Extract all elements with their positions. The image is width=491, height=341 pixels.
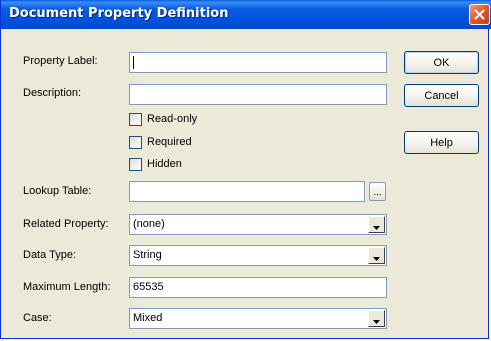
required-checkbox-box[interactable] <box>129 135 142 149</box>
maximum-length-input[interactable]: 65535 <box>129 277 387 298</box>
ok-button[interactable]: OK <box>404 51 479 74</box>
hidden-label: Hidden <box>147 158 182 170</box>
data-type-label: Data Type: <box>23 249 76 261</box>
related-property-label: Related Property: <box>23 218 109 230</box>
read-only-checkbox-box[interactable] <box>129 112 142 126</box>
read-only-label: Read-only <box>147 113 198 125</box>
description-label: Description: <box>23 87 82 99</box>
related-property-dropdown-button[interactable] <box>368 216 385 233</box>
maximum-length-label: Maximum Length: <box>23 281 111 293</box>
case-select[interactable]: Mixed <box>129 308 387 329</box>
help-button[interactable]: Help <box>404 131 479 154</box>
maximum-length-value: 65535 <box>133 281 164 293</box>
related-property-select[interactable]: (none) <box>129 214 387 235</box>
data-type-select[interactable]: String <box>129 245 387 266</box>
data-type-value: String <box>133 249 162 261</box>
close-button[interactable] <box>469 4 490 25</box>
title-bar[interactable]: Document Property Definition <box>1 0 491 29</box>
case-label: Case: <box>23 312 52 324</box>
property-label-input[interactable] <box>129 52 387 73</box>
dialog-window: Document Property Definition Property La… <box>0 0 491 339</box>
chevron-down-icon <box>373 309 380 328</box>
related-property-value: (none) <box>133 218 165 230</box>
chevron-down-icon <box>373 246 380 265</box>
hidden-checkbox[interactable]: Hidden <box>129 157 182 171</box>
lookup-table-input[interactable] <box>129 181 365 202</box>
window-title: Document Property Definition <box>9 6 229 21</box>
description-input[interactable] <box>129 84 387 105</box>
close-icon <box>474 9 485 20</box>
cancel-button[interactable]: Cancel <box>404 84 479 107</box>
required-checkbox[interactable]: Required <box>129 135 192 149</box>
required-label: Required <box>147 136 192 148</box>
property-label-label: Property Label: <box>23 55 98 67</box>
chevron-down-icon <box>373 215 380 234</box>
data-type-dropdown-button[interactable] <box>368 247 385 264</box>
case-dropdown-button[interactable] <box>368 310 385 327</box>
lookup-table-browse-button[interactable]: ... <box>369 182 386 201</box>
lookup-table-label: Lookup Table: <box>23 185 92 197</box>
case-value: Mixed <box>133 312 163 324</box>
text-caret <box>133 56 134 69</box>
hidden-checkbox-box[interactable] <box>129 157 142 171</box>
read-only-checkbox[interactable]: Read-only <box>129 112 197 126</box>
